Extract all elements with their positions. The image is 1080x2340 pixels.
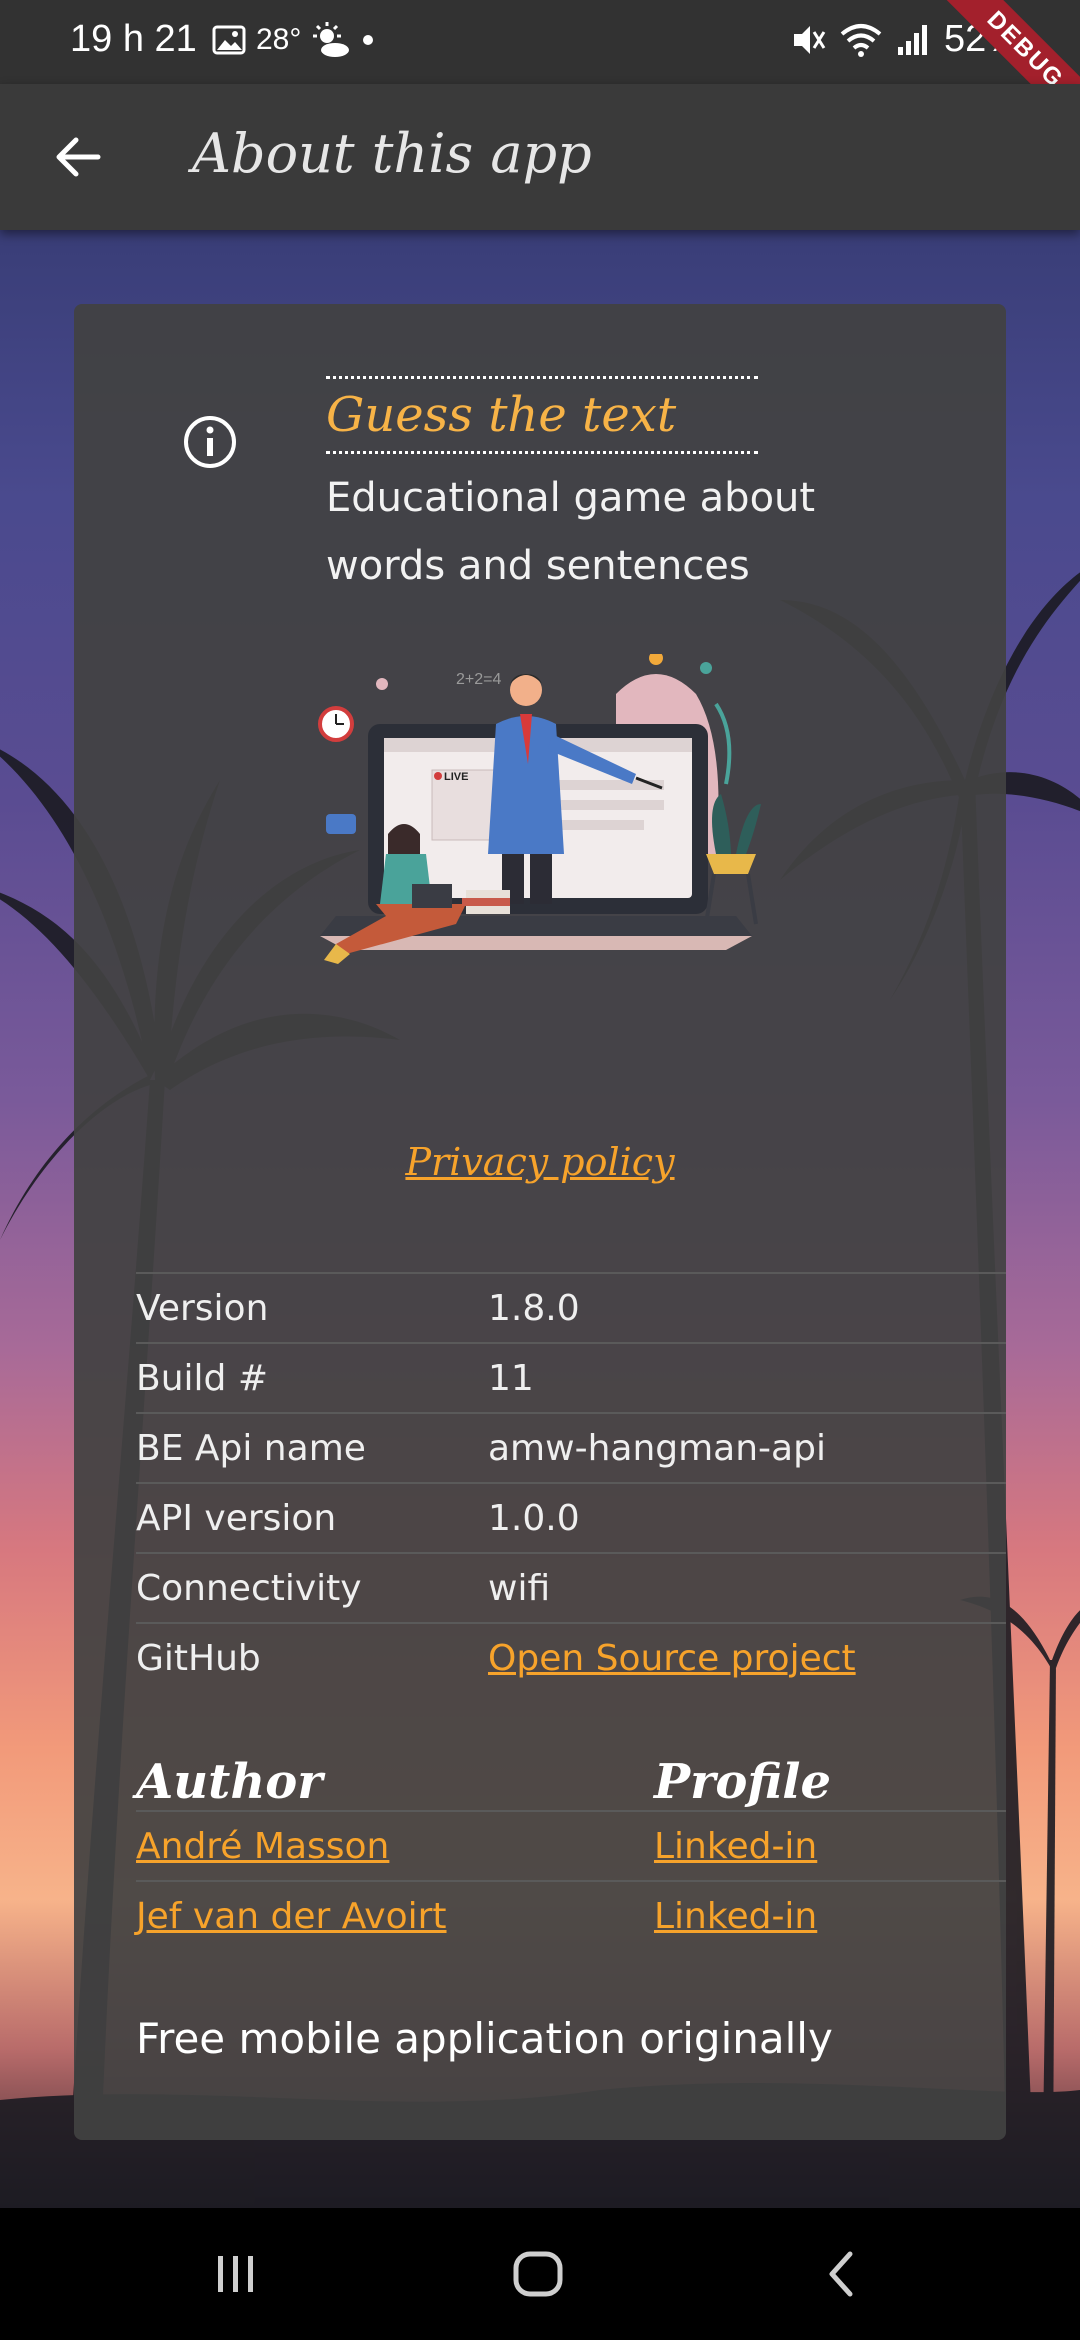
authors-table: Author Profile André Masson Linked-in Je… — [136, 1744, 1006, 1950]
status-notification-icons: 28° — [212, 22, 375, 58]
github-cell: Open Source project — [488, 1622, 1006, 1692]
github-project-link[interactable]: Open Source project — [488, 1638, 856, 1679]
privacy-policy-link[interactable]: Privacy policy — [74, 1140, 1006, 1184]
author-profile-link[interactable]: Linked-in — [654, 1896, 817, 1937]
version-value: 1.8.0 — [488, 1272, 1006, 1343]
table-row: BE Api name amw-hangman-api — [136, 1412, 1006, 1483]
github-label: GitHub — [136, 1622, 488, 1692]
table-row: Connectivity wifi — [136, 1552, 1006, 1623]
version-label: Version — [136, 1272, 488, 1343]
author-row: André Masson Linked-in — [136, 1810, 1006, 1880]
connectivity-value: wifi — [488, 1552, 1006, 1623]
status-bar: 19 h 21 28° 52% DEBUG — [0, 0, 1080, 146]
api-name-value: amw-hangman-api — [488, 1412, 1006, 1483]
wifi-icon — [840, 23, 882, 57]
table-row: Version 1.8.0 — [136, 1272, 1006, 1343]
page-title: About this app — [192, 122, 592, 185]
mute-icon — [793, 25, 826, 54]
api-name-label: BE Api name — [136, 1412, 488, 1483]
footer-description: Free mobile application originally — [136, 2014, 833, 2063]
gallery-icon — [212, 25, 246, 55]
app-description: Educational game about words and sentenc… — [326, 475, 816, 589]
back-button[interactable] — [40, 120, 114, 194]
author-column-header: Author — [136, 1754, 323, 1810]
profile-column-header: Profile — [654, 1754, 832, 1810]
author-row: Jef van der Avoirt Linked-in — [136, 1880, 1006, 1950]
build-value: 11 — [488, 1342, 1006, 1413]
author-name-link[interactable]: Jef van der Avoirt — [136, 1896, 447, 1937]
weather-sun-cloud-icon — [313, 22, 350, 57]
arrow-back-icon — [56, 137, 101, 177]
home-icon[interactable] — [508, 2244, 568, 2304]
notification-dot-icon — [363, 35, 374, 45]
connectivity-label: Connectivity — [136, 1552, 488, 1623]
api-version-value: 1.0.0 — [488, 1482, 1006, 1553]
recent-apps-icon[interactable] — [206, 2244, 266, 2304]
back-nav-icon[interactable] — [812, 2244, 872, 2304]
online-teaching-illustration: LIVE 2+2=4 — [318, 654, 761, 964]
system-navigation-bar — [0, 2208, 1080, 2340]
app-details-table: Version 1.8.0 Build # 11 BE Api name amw… — [136, 1272, 1006, 1692]
authors-header: Author Profile — [136, 1744, 1006, 1810]
live-label: LIVE — [444, 771, 468, 783]
table-row: API version 1.0.0 — [136, 1482, 1006, 1553]
table-row: GitHub Open Source project — [136, 1622, 1006, 1692]
table-row: Build # 11 — [136, 1342, 1006, 1413]
signal-icon — [897, 24, 927, 55]
author-name-link[interactable]: André Masson — [136, 1826, 389, 1867]
about-card: Guess the text Educational game about wo… — [74, 304, 1006, 2140]
api-version-label: API version — [136, 1482, 488, 1553]
info-icon — [184, 416, 236, 468]
build-label: Build # — [136, 1342, 488, 1413]
app-bar: About this app — [0, 84, 1080, 230]
status-time: 19 h 21 — [70, 18, 197, 60]
screen: 19 h 21 28° 52% DEBUG About this app Gue… — [0, 0, 1080, 2340]
status-temperature: 28° — [256, 23, 302, 56]
app-name: Guess the text — [326, 376, 758, 454]
author-profile-link[interactable]: Linked-in — [654, 1826, 817, 1867]
equation-label: 2+2=4 — [456, 671, 501, 688]
